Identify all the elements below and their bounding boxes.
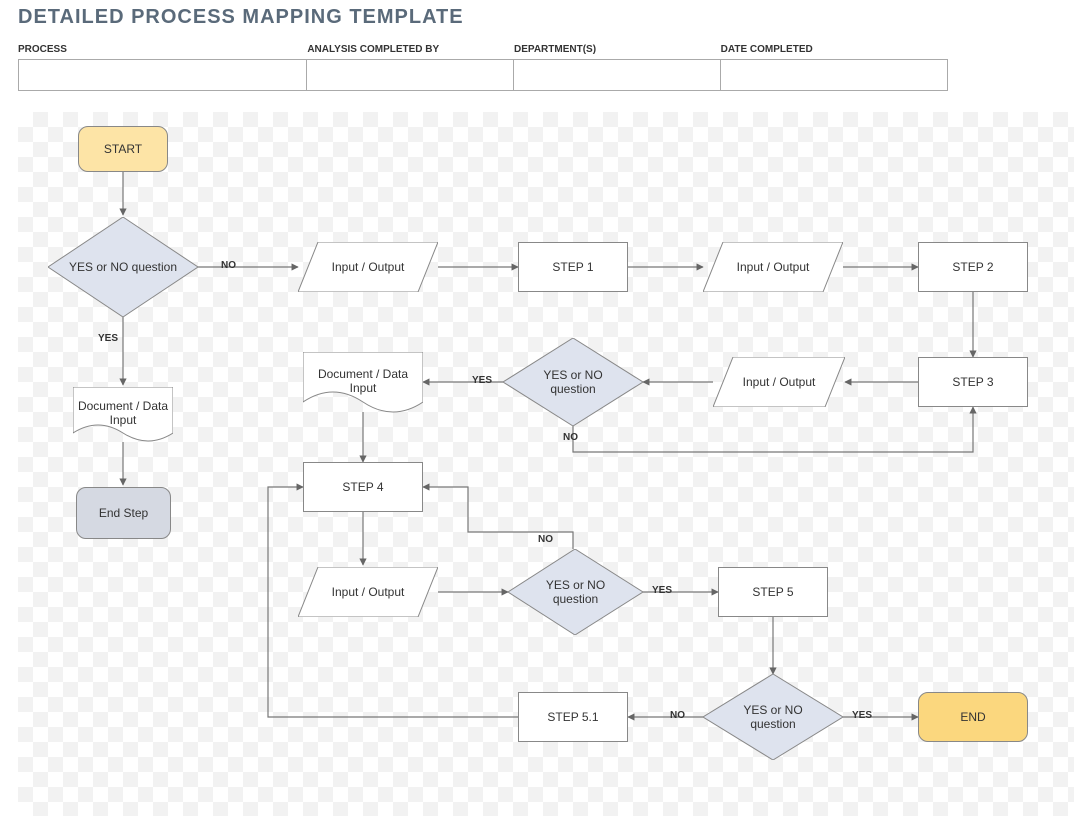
node-step-3[interactable]: STEP 3 [918, 357, 1028, 407]
node-io-3-text: Input / Output [743, 375, 816, 389]
header-table: PROCESS ANALYSIS COMPLETED BY DEPARTMENT… [18, 44, 948, 91]
node-end-step[interactable]: End Step [76, 487, 171, 539]
node-decision-1[interactable]: YES or NO question [48, 217, 198, 317]
node-io-3[interactable]: Input / Output [713, 357, 845, 407]
node-decision-1-text: YES or NO question [53, 260, 193, 274]
node-io-2-text: Input / Output [737, 260, 810, 274]
node-decision-2[interactable]: YES or NO question [503, 338, 643, 426]
node-decision-3[interactable]: YES or NO question [508, 549, 643, 635]
node-io-2[interactable]: Input / Output [703, 242, 843, 292]
header-date-cell[interactable] [721, 59, 948, 91]
node-decision-2-text: YES or NO question [503, 368, 643, 396]
header-department-label: DEPARTMENT(S) [514, 44, 721, 59]
flowchart-canvas: START YES or NO question YES NO Document… [18, 112, 1074, 816]
edge-label-q2-no: NO [563, 432, 578, 443]
node-io-1-text: Input / Output [332, 260, 405, 274]
header-analysis-cell[interactable] [307, 59, 514, 91]
node-decision-4-text: YES or NO question [703, 703, 843, 731]
node-step-1[interactable]: STEP 1 [518, 242, 628, 292]
node-step-2[interactable]: STEP 2 [918, 242, 1028, 292]
node-io-1[interactable]: Input / Output [298, 242, 438, 292]
node-document-1-text: Document / Data Input [73, 399, 173, 433]
node-step-5-1[interactable]: STEP 5.1 [518, 692, 628, 742]
node-start[interactable]: START [78, 126, 168, 172]
node-io-4[interactable]: Input / Output [298, 567, 438, 617]
header-process-label: PROCESS [18, 44, 307, 59]
edge-label-q1-no: NO [221, 260, 236, 271]
edge-label-q2-yes: YES [472, 375, 492, 386]
header-process-cell[interactable] [18, 59, 307, 91]
node-decision-3-text: YES or NO question [508, 578, 643, 606]
edge-label-q4-yes: YES [852, 710, 872, 721]
edge-label-q3-yes: YES [652, 585, 672, 596]
node-end[interactable]: END [918, 692, 1028, 742]
node-document-2[interactable]: Document / Data Input [303, 352, 423, 416]
node-document-2-text: Document / Data Input [303, 367, 423, 401]
node-step-4[interactable]: STEP 4 [303, 462, 423, 512]
header-department-cell[interactable] [514, 59, 721, 91]
page-title: DETAILED PROCESS MAPPING TEMPLATE [18, 6, 464, 29]
edge-label-q3-no: NO [538, 534, 553, 545]
edge-label-q1-yes: YES [98, 333, 118, 344]
node-document-1[interactable]: Document / Data Input [73, 387, 173, 445]
node-decision-4[interactable]: YES or NO question [703, 674, 843, 760]
header-date-label: DATE COMPLETED [721, 44, 948, 59]
header-analysis-label: ANALYSIS COMPLETED BY [307, 44, 514, 59]
node-io-4-text: Input / Output [332, 585, 405, 599]
node-step-5[interactable]: STEP 5 [718, 567, 828, 617]
edge-label-q4-no: NO [670, 710, 685, 721]
